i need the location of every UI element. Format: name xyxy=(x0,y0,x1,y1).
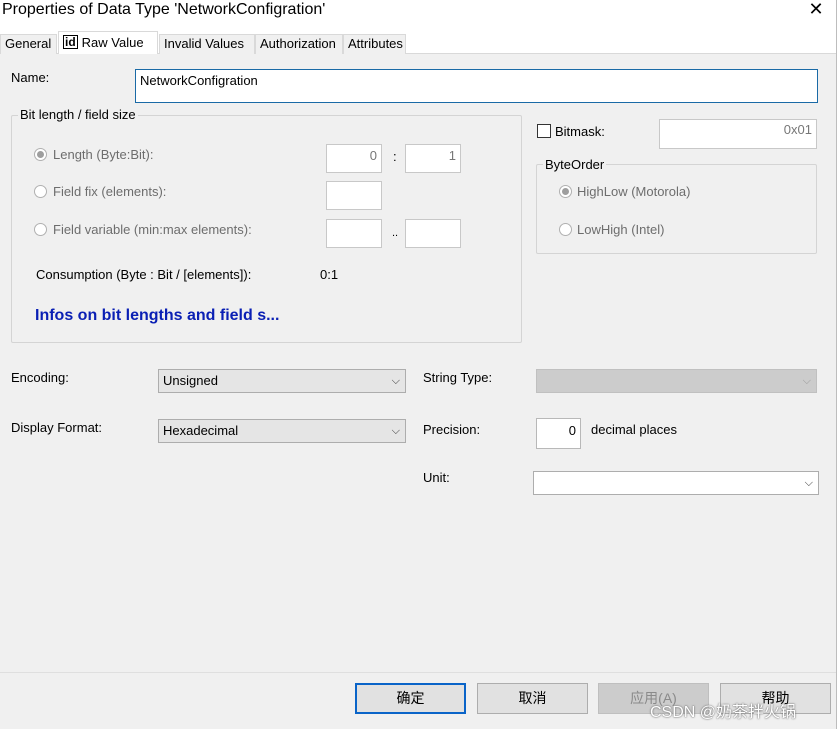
chevron-down-icon: ⌵ xyxy=(391,375,400,387)
byte-order-group-title: ByteOrder xyxy=(543,157,607,172)
consumption-label: Consumption (Byte : Bit / [elements]): xyxy=(36,267,252,282)
length-bit-input[interactable]: 1 xyxy=(405,144,461,173)
encoding-label: Encoding: xyxy=(11,370,69,385)
tab-raw-value[interactable]: id Raw Value xyxy=(58,31,158,54)
length-radio[interactable] xyxy=(34,148,47,161)
close-icon[interactable]: ✕ xyxy=(803,0,829,21)
unit-select[interactable]: ⌵ xyxy=(533,471,819,495)
bitmask-input[interactable]: 0x01 xyxy=(659,119,817,149)
byte-order-highlow-label: HighLow (Motorola) xyxy=(577,184,691,199)
length-separator: : xyxy=(393,149,397,164)
field-variable-max-input[interactable] xyxy=(405,219,461,248)
encoding-value: Unsigned xyxy=(163,373,218,388)
bitmask-label: Bitmask: xyxy=(555,124,605,139)
consumption-value: 0:1 xyxy=(320,267,339,282)
bit-length-info-link[interactable]: Infos on bit lengths and field s... xyxy=(35,307,279,325)
cancel-button[interactable]: 取消 xyxy=(477,683,588,714)
field-fix-radio[interactable] xyxy=(34,185,47,198)
byte-order-highlow-radio[interactable] xyxy=(559,185,572,198)
chevron-down-icon: ⌵ xyxy=(802,375,811,387)
string-type-label: String Type: xyxy=(423,370,493,385)
encoding-select[interactable]: Unsigned ⌵ xyxy=(158,369,406,393)
precision-suffix: decimal places xyxy=(591,422,677,437)
window-title: Properties of Data Type 'NetworkConfigra… xyxy=(2,1,326,18)
field-variable-separator: .. xyxy=(392,227,399,239)
tab-invalid-values[interactable]: Invalid Values xyxy=(159,34,255,54)
field-fix-input[interactable] xyxy=(326,181,382,210)
string-type-select[interactable]: ⌵ xyxy=(536,369,817,393)
field-variable-label: Field variable (min:max elements): xyxy=(53,222,252,237)
byte-order-lowhigh-label: LowHigh (Intel) xyxy=(577,222,665,237)
name-input[interactable]: NetworkConfigration xyxy=(135,69,818,103)
field-variable-min-input[interactable] xyxy=(326,219,382,248)
display-format-label: Display Format: xyxy=(11,420,103,435)
id-icon: id xyxy=(63,35,78,49)
bitmask-checkbox[interactable] xyxy=(537,124,551,138)
field-variable-radio[interactable] xyxy=(34,223,47,236)
chevron-down-icon: ⌵ xyxy=(804,477,813,489)
precision-label: Precision: xyxy=(423,422,481,437)
length-byte-input[interactable]: 0 xyxy=(326,144,382,173)
precision-input[interactable]: 0 xyxy=(536,418,581,449)
chevron-down-icon: ⌵ xyxy=(391,425,400,437)
watermark: CSDN @奶茶拌火锅 xyxy=(650,704,797,721)
tab-attributes[interactable]: Attributes xyxy=(343,34,406,54)
tab-general[interactable]: General xyxy=(0,34,57,54)
byte-order-group xyxy=(536,164,817,254)
tab-authorization[interactable]: Authorization xyxy=(255,34,343,54)
length-label: Length (Byte:Bit): xyxy=(53,147,154,162)
name-label: Name: xyxy=(11,70,50,85)
display-format-select[interactable]: Hexadecimal ⌵ xyxy=(158,419,406,443)
ok-button[interactable]: 确定 xyxy=(355,683,466,714)
byte-order-lowhigh-radio[interactable] xyxy=(559,223,572,236)
bit-length-group-title: Bit length / field size xyxy=(18,107,138,122)
field-fix-label: Field fix (elements): xyxy=(53,184,167,199)
tab-raw-value-label: Raw Value xyxy=(81,35,144,50)
display-format-value: Hexadecimal xyxy=(163,423,239,438)
unit-label: Unit: xyxy=(423,470,450,485)
